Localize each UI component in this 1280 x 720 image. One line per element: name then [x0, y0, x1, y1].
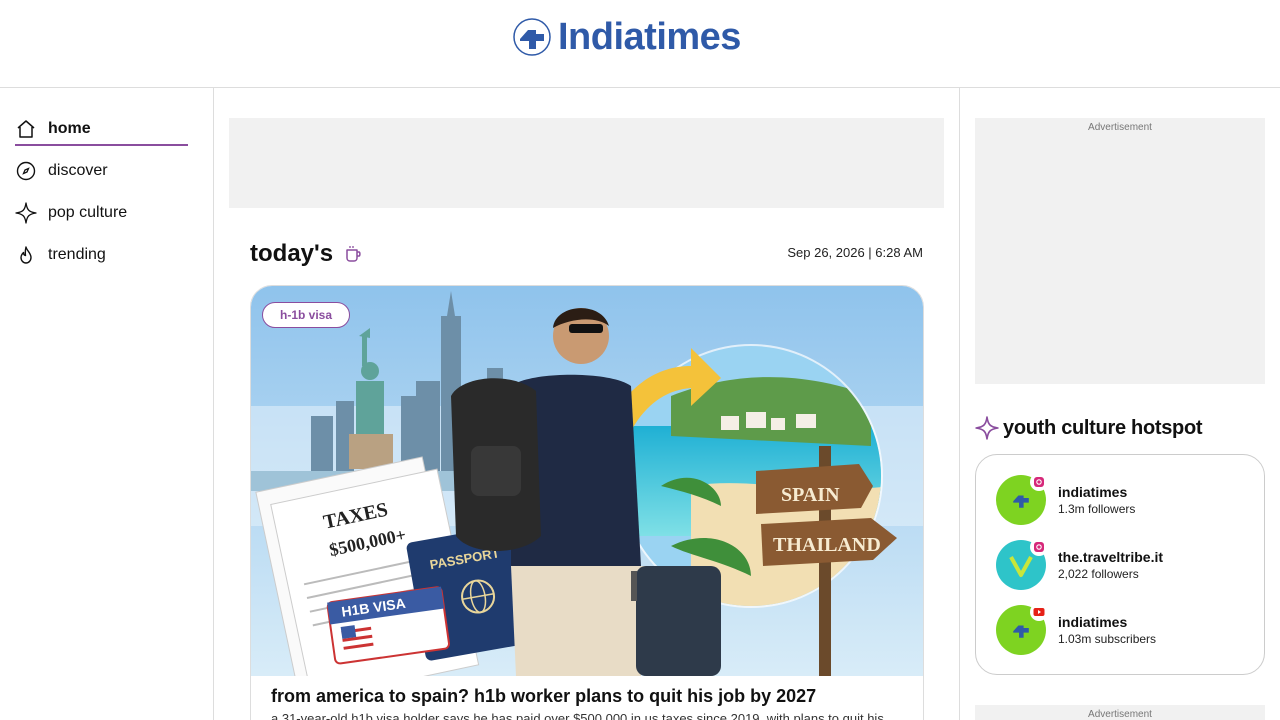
social-count: 2,022 followers — [1058, 567, 1139, 581]
ad-label: Advertisement — [1088, 122, 1152, 133]
article-tag[interactable]: h-1b visa — [262, 302, 351, 328]
social-account-row[interactable]: indiatimes 1.03m subscribers — [996, 603, 1157, 655]
hotspot-title: youth culture hotspot — [975, 416, 1203, 440]
avatar — [996, 538, 1048, 590]
article-headline[interactable]: from america to spain? h1b worker plans … — [271, 686, 911, 707]
main-feed: today's Sep 26, 2026 | 6:28 AM TAXES $50… — [214, 88, 960, 720]
social-name: the.traveltribe.it — [1058, 549, 1164, 565]
social-name: indiatimes — [1058, 484, 1128, 500]
article-hero-image[interactable]: TAXES $500,000+ PASSPORT H1B VISA SPAIN … — [251, 286, 924, 676]
youtube-icon — [1030, 603, 1048, 621]
article-summary: a 31-year-old h1b visa holder says he ha… — [271, 711, 884, 720]
ad-slot-side[interactable]: Advertisement — [975, 118, 1265, 384]
home-icon — [15, 118, 37, 140]
ad-slot-top[interactable] — [229, 118, 944, 208]
flame-icon — [15, 244, 37, 266]
instagram-icon — [1030, 473, 1048, 491]
logo-mark-icon — [513, 18, 551, 56]
nav-item-pop-culture[interactable]: pop culture — [15, 197, 188, 229]
site-logo[interactable]: Indiatimes — [512, 17, 741, 57]
nav-item-discover[interactable]: discover — [15, 155, 188, 187]
nav-item-trending[interactable]: trending — [15, 239, 188, 271]
nav-label-trending: trending — [48, 246, 106, 263]
instagram-icon — [1030, 538, 1048, 556]
section-title: today's — [250, 240, 363, 268]
sign-thailand: THAILAND — [773, 534, 881, 556]
ad-slot-bottom[interactable]: Advertisement — [975, 705, 1265, 720]
sparkle-icon — [975, 416, 999, 440]
nav-item-home[interactable]: home — [15, 114, 188, 146]
right-sidebar: Advertisement youth culture hotspot indi… — [960, 88, 1280, 720]
social-account-row[interactable]: indiatimes 1.3m followers — [996, 473, 1136, 525]
logo-text: Indiatimes — [558, 16, 741, 58]
featured-article-card[interactable]: TAXES $500,000+ PASSPORT H1B VISA SPAIN … — [250, 285, 924, 720]
social-count: 1.03m subscribers — [1058, 632, 1157, 646]
hotspot-title-text: youth culture hotspot — [1003, 416, 1203, 439]
avatar — [996, 473, 1048, 525]
logo-mark-icon — [1013, 625, 1029, 638]
sign-spain: SPAIN — [781, 484, 840, 506]
section-title-text: today's — [250, 240, 334, 267]
social-name: indiatimes — [1058, 614, 1128, 630]
section-date: Sep 26, 2026 | 6:28 AM — [787, 245, 923, 260]
social-count: 1.3m followers — [1058, 502, 1136, 516]
nav-label-pop-culture: pop culture — [48, 204, 128, 221]
social-accounts-box: indiatimes 1.3m followers the.traveltrib… — [975, 454, 1265, 675]
travel-tribe-logo-icon — [1009, 556, 1033, 577]
nav-label-home: home — [48, 120, 91, 137]
nav-label-discover: discover — [48, 162, 108, 179]
social-account-row[interactable]: the.traveltribe.it 2,022 followers — [996, 538, 1164, 590]
site-header: Indiatimes — [0, 0, 1280, 88]
coffee-cup-icon — [346, 246, 361, 262]
sparkle-icon — [15, 202, 37, 224]
left-sidebar: home discover pop culture trending — [0, 88, 214, 720]
compass-icon — [15, 160, 37, 182]
ad-label: Advertisement — [1088, 709, 1152, 720]
avatar — [996, 603, 1048, 655]
logo-mark-icon — [1013, 495, 1029, 508]
